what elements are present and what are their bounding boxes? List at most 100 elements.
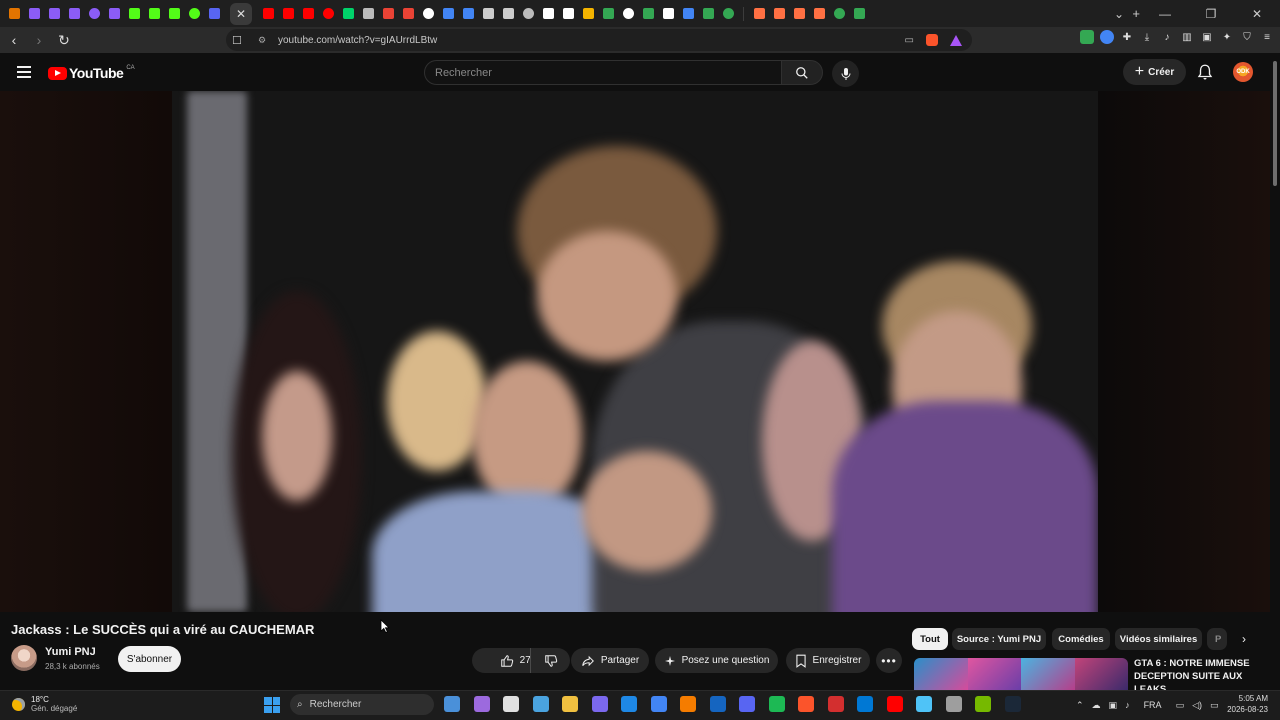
browser-tab[interactable] bbox=[398, 4, 418, 24]
ai-icon[interactable]: ✦ bbox=[1220, 30, 1234, 44]
address-bar[interactable]: ☐ ⚙ youtube.com/watch?v=gIAUrrdLBtw ▭ bbox=[226, 29, 972, 51]
browser-tab[interactable] bbox=[4, 4, 24, 24]
browser-tab[interactable] bbox=[478, 4, 498, 24]
taskbar-app-icon[interactable] bbox=[798, 696, 814, 712]
weather-widget[interactable]: 18°C Gén. dégagé bbox=[12, 695, 77, 713]
taskbar-app-icon[interactable] bbox=[680, 696, 696, 712]
chips-next-button[interactable]: › bbox=[1234, 629, 1254, 649]
browser-tab[interactable] bbox=[518, 4, 538, 24]
restore-icon[interactable]: ❐ bbox=[1188, 7, 1234, 21]
browser-tab[interactable] bbox=[718, 4, 738, 24]
bookmark-icon[interactable]: ☐ bbox=[232, 34, 242, 47]
taskbar-app-icon[interactable] bbox=[739, 696, 755, 712]
browser-tab[interactable] bbox=[164, 4, 184, 24]
back-button[interactable]: ‹ bbox=[3, 29, 25, 51]
browser-tab[interactable] bbox=[24, 4, 44, 24]
forward-button[interactable]: › bbox=[28, 29, 50, 51]
browser-tab[interactable] bbox=[258, 4, 278, 24]
wallet-icon[interactable]: ▣ bbox=[1200, 30, 1214, 44]
taskbar-app-icon[interactable] bbox=[444, 696, 460, 712]
taskbar-app-icon[interactable] bbox=[1004, 696, 1021, 712]
browser-tab[interactable] bbox=[809, 4, 829, 24]
browser-tab[interactable] bbox=[64, 4, 84, 24]
voice-search-button[interactable] bbox=[832, 60, 859, 87]
taskbar-app-icon[interactable] bbox=[916, 696, 932, 712]
dislike-button[interactable] bbox=[530, 648, 570, 673]
browser-tab[interactable] bbox=[418, 4, 438, 24]
taskbar-app-icon[interactable] bbox=[503, 696, 519, 712]
create-button[interactable]: + Créer bbox=[1123, 59, 1186, 85]
minimize-icon[interactable]: — bbox=[1142, 7, 1188, 21]
browser-tab[interactable] bbox=[438, 4, 458, 24]
music-icon[interactable]: ♪ bbox=[1160, 30, 1174, 44]
browser-tab[interactable] bbox=[278, 4, 298, 24]
sidebar-icon[interactable]: ▥ bbox=[1180, 30, 1194, 44]
browser-tab[interactable] bbox=[538, 4, 558, 24]
taskbar-app-icon[interactable] bbox=[886, 696, 903, 712]
tray-chevron-icon[interactable]: ⌃ bbox=[1076, 700, 1084, 711]
taskbar-app-icon[interactable] bbox=[857, 696, 873, 712]
browser-tab[interactable] bbox=[498, 4, 518, 24]
chip-all[interactable]: Tout bbox=[912, 628, 948, 650]
browser-tab[interactable] bbox=[698, 4, 718, 24]
account-avatar[interactable]: ODK bbox=[1233, 62, 1253, 82]
channel-name[interactable]: Yumi PNJ bbox=[45, 646, 96, 658]
taskbar-app-icon[interactable] bbox=[562, 696, 578, 712]
browser-tab[interactable] bbox=[84, 4, 104, 24]
notifications-bell-icon[interactable] bbox=[1196, 63, 1214, 81]
search-input[interactable] bbox=[425, 61, 781, 84]
chip-comedies[interactable]: Comédies bbox=[1052, 628, 1110, 650]
network-icon[interactable]: ▭ bbox=[1176, 700, 1185, 711]
browser-tab[interactable] bbox=[318, 4, 338, 24]
reload-button[interactable]: ↻ bbox=[53, 29, 75, 51]
browser-tab[interactable] bbox=[144, 4, 164, 24]
browser-tab[interactable] bbox=[789, 4, 809, 24]
taskbar-app-icon[interactable] bbox=[532, 696, 549, 712]
browser-tab[interactable] bbox=[578, 4, 598, 24]
page-scrollbar[interactable] bbox=[1270, 53, 1280, 690]
mic-tray-icon[interactable]: ♪ bbox=[1125, 700, 1130, 710]
browser-tab[interactable] bbox=[184, 4, 204, 24]
taskbar-search[interactable]: ⌕ Rechercher bbox=[290, 694, 434, 715]
youtube-logo[interactable]: YouTube CA bbox=[48, 65, 135, 81]
save-button[interactable]: Enregistrer bbox=[786, 648, 870, 673]
video-player[interactable] bbox=[0, 91, 1270, 612]
browser-tab[interactable] bbox=[598, 4, 618, 24]
browser-tab[interactable] bbox=[338, 4, 358, 24]
brave-shield-icon[interactable] bbox=[926, 34, 938, 46]
tab-search-icon[interactable]: ⌄ bbox=[1096, 7, 1142, 21]
scrollbar-thumb[interactable] bbox=[1273, 61, 1277, 186]
close-window-icon[interactable]: ✕ bbox=[1234, 7, 1280, 21]
taskbar-app-icon[interactable] bbox=[768, 696, 785, 712]
subscribe-button[interactable]: S'abonner bbox=[118, 646, 181, 672]
search-button[interactable] bbox=[781, 60, 823, 85]
browser-tab[interactable] bbox=[44, 4, 64, 24]
browser-tab[interactable] bbox=[749, 4, 769, 24]
ask-question-button[interactable]: Posez une question bbox=[655, 648, 778, 673]
taskbar-app-icon[interactable] bbox=[621, 696, 637, 712]
taskbar-app-icon[interactable] bbox=[709, 696, 726, 712]
chip-similar-videos[interactable]: Vidéos similaires bbox=[1115, 628, 1202, 650]
extension-icon[interactable] bbox=[1100, 30, 1114, 44]
app-tray-icon[interactable]: ▣ bbox=[1109, 700, 1118, 711]
browser-tab[interactable] bbox=[458, 4, 478, 24]
chip-source[interactable]: Source : Yumi PNJ bbox=[952, 628, 1046, 650]
browser-tab[interactable] bbox=[124, 4, 144, 24]
site-info-icon[interactable]: ⚙ bbox=[258, 35, 268, 45]
taskbar-app-icon[interactable] bbox=[975, 696, 991, 712]
browser-tab[interactable] bbox=[769, 4, 789, 24]
menu-icon[interactable]: ≡ bbox=[1260, 30, 1274, 44]
vpn-icon[interactable]: ⛉ bbox=[1240, 30, 1254, 44]
browser-tab[interactable] bbox=[849, 4, 869, 24]
battery-icon[interactable]: ▭ bbox=[1210, 700, 1219, 711]
volume-icon[interactable]: ◁) bbox=[1192, 700, 1202, 711]
channel-avatar[interactable] bbox=[11, 645, 37, 671]
share-button[interactable]: Partager bbox=[571, 648, 649, 673]
chip-partial[interactable]: P bbox=[1207, 628, 1227, 650]
taskbar-app-icon[interactable] bbox=[827, 696, 844, 712]
browser-tab[interactable] bbox=[829, 4, 849, 24]
hamburger-menu-icon[interactable] bbox=[17, 66, 31, 78]
browser-tab[interactable] bbox=[678, 4, 698, 24]
more-actions-button[interactable]: ••• bbox=[876, 648, 902, 673]
extension-icon[interactable] bbox=[1080, 30, 1094, 44]
